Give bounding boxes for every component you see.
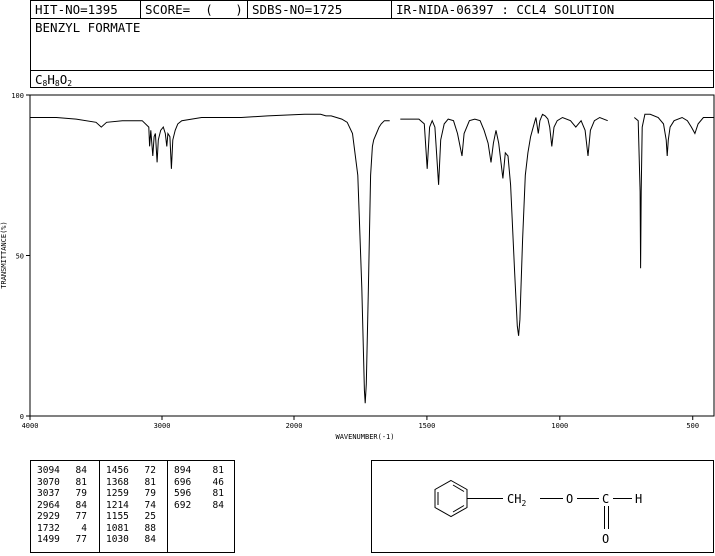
x-tick-label: 3000 — [154, 422, 171, 430]
score: SCORE= ( ) — [141, 1, 248, 18]
peak-wavenumber: 1155 — [106, 511, 129, 522]
peak-row: 692 84 — [168, 500, 234, 512]
ring-double-bond — [452, 505, 465, 513]
formula-o-count: 2 — [67, 79, 73, 88]
peak-column: 3094 84 3070 81 3037 79 2964 84 2929 77 1732 4 1499 7… — [31, 461, 99, 552]
peak-row: 1499 77 — [31, 534, 99, 546]
peak-wavenumber: 1259 — [106, 488, 129, 499]
peak-transmittance: 72 — [144, 465, 156, 476]
peak-transmittance: 81 — [75, 476, 87, 488]
spectrum-segment — [400, 113, 608, 336]
ir-id-solvent: IR-NIDA-06397 : CCL4 SOLUTION — [396, 2, 615, 17]
peak-wavenumber: 3037 — [37, 488, 60, 499]
peak-wavenumber: 894 — [174, 465, 192, 476]
peak-wavenumber: 1081 — [106, 522, 129, 534]
x-tick-label: 2000 — [286, 422, 303, 430]
peak-transmittance: 4 — [81, 522, 87, 534]
peak-row: 1081 88 — [100, 523, 167, 535]
peak-row: 2964 84 — [31, 500, 99, 512]
peak-transmittance: 79 — [75, 488, 87, 499]
peak-row: 3070 81 — [31, 477, 99, 489]
ester-oxygen-label: O — [566, 492, 573, 506]
peak-wavenumber: 2964 — [37, 499, 60, 511]
x-axis: 4000 3000 2000 1500 1000 500 — [22, 416, 699, 430]
peak-wavenumber: 696 — [174, 476, 192, 488]
ch2-label: CH2 — [507, 492, 526, 508]
peak-transmittance: 81 — [144, 476, 156, 488]
y-tick-label: 0 — [20, 413, 24, 421]
spectrum-segment — [30, 113, 390, 404]
y-axis: 0 50 100 — [11, 92, 30, 421]
peak-transmittance: 88 — [144, 522, 156, 534]
ir-spectrum-chart: 0 50 100 4000 3000 2000 1500 1000 500 TRANSMITT… — [0, 92, 715, 441]
peak-transmittance: 84 — [144, 534, 156, 545]
peak-wavenumber: 1499 — [37, 534, 60, 545]
peak-row: 1259 79 — [100, 488, 167, 500]
benzene-ring — [434, 479, 468, 518]
formyl-hydrogen-label: H — [635, 492, 642, 506]
carbonyl-oxygen-label: O — [602, 532, 609, 546]
peak-transmittance: 77 — [75, 511, 87, 522]
peak-row: 1732 4 — [31, 523, 99, 535]
peak-wavenumber: 1456 — [106, 465, 129, 476]
sdbs-number: SDBS-NO=1725 — [248, 1, 392, 18]
peak-wavenumber: 596 — [174, 488, 192, 499]
peak-row: 1214 74 — [100, 500, 167, 512]
spectrum-segment — [633, 113, 714, 269]
peak-wavenumber: 3094 — [37, 465, 60, 476]
x-axis-label: WAVENUMBER(-1) — [335, 433, 394, 441]
spectrum-header: HIT-NO=1395 SCORE= ( ) SDBS-NO=1725 IR-N… — [30, 0, 714, 88]
peak-wavenumber: 2929 — [37, 511, 60, 522]
peak-transmittance: 25 — [144, 511, 156, 522]
peak-transmittance: 46 — [212, 476, 224, 488]
peak-transmittance: 74 — [144, 499, 156, 511]
peak-row: 3037 79 — [31, 488, 99, 500]
spectrum-trace — [30, 113, 714, 404]
plot-frame — [29, 94, 715, 417]
hit-number: HIT-NO=1395 — [31, 1, 141, 18]
peak-row: 894 81 — [168, 465, 234, 477]
y-tick-label: 50 — [16, 253, 24, 261]
peak-wavenumber: 1732 — [37, 522, 60, 534]
y-axis-label: TRANSMITTANCE(%) — [0, 221, 8, 288]
x-tick-label: 4000 — [22, 422, 39, 430]
peak-transmittance: 81 — [212, 465, 224, 476]
molecule-structure: CH2 O C H O — [434, 479, 642, 546]
peak-transmittance: 77 — [75, 534, 87, 545]
peak-transmittance: 84 — [75, 465, 87, 476]
peak-column: 1456 72 1368 81 1259 79 1214 74 1155 25 1081 88 1030… — [99, 461, 167, 552]
peak-wavenumber: 692 — [174, 499, 192, 511]
peak-wavenumber: 1214 — [106, 499, 129, 511]
structure-box: CH2 O C H O — [371, 460, 714, 553]
peak-row: 596 81 — [168, 488, 234, 500]
peak-wavenumber: 1030 — [106, 534, 129, 545]
peak-wavenumber: 1368 — [106, 476, 129, 488]
x-tick-label: 500 — [686, 422, 699, 430]
y-tick-label: 100 — [11, 92, 24, 100]
molecular-formula: C8H8O2 — [35, 72, 72, 88]
peak-row: 1030 84 — [100, 534, 167, 546]
peak-transmittance: 84 — [75, 499, 87, 511]
peak-row: 696 46 — [168, 477, 234, 489]
header-divider — [31, 70, 713, 71]
peak-transmittance: 84 — [212, 499, 224, 511]
formula-h: H — [47, 72, 55, 87]
peak-row: 1456 72 — [100, 465, 167, 477]
carbonyl-carbon-label: C — [602, 492, 609, 506]
peak-row: 3094 84 — [31, 465, 99, 477]
peak-transmittance: 79 — [144, 488, 156, 499]
peak-table: 3094 84 3070 81 3037 79 2964 84 2929 77 1732 4 1499 7… — [30, 460, 235, 553]
ring-double-bond — [452, 484, 465, 492]
formula-c: C — [35, 72, 43, 87]
peak-transmittance: 81 — [212, 488, 224, 499]
x-tick-label: 1000 — [551, 422, 568, 430]
peak-row: 1155 25 — [100, 511, 167, 523]
peak-row: 2929 77 — [31, 511, 99, 523]
peak-row: 1368 81 — [100, 477, 167, 489]
peak-column: 894 81 696 46 596 81 692 84 — [167, 461, 234, 552]
header-divider — [31, 18, 713, 19]
x-tick-label: 1500 — [418, 422, 435, 430]
peak-wavenumber: 3070 — [37, 476, 60, 488]
compound-name: BENZYL FORMATE — [35, 20, 141, 35]
